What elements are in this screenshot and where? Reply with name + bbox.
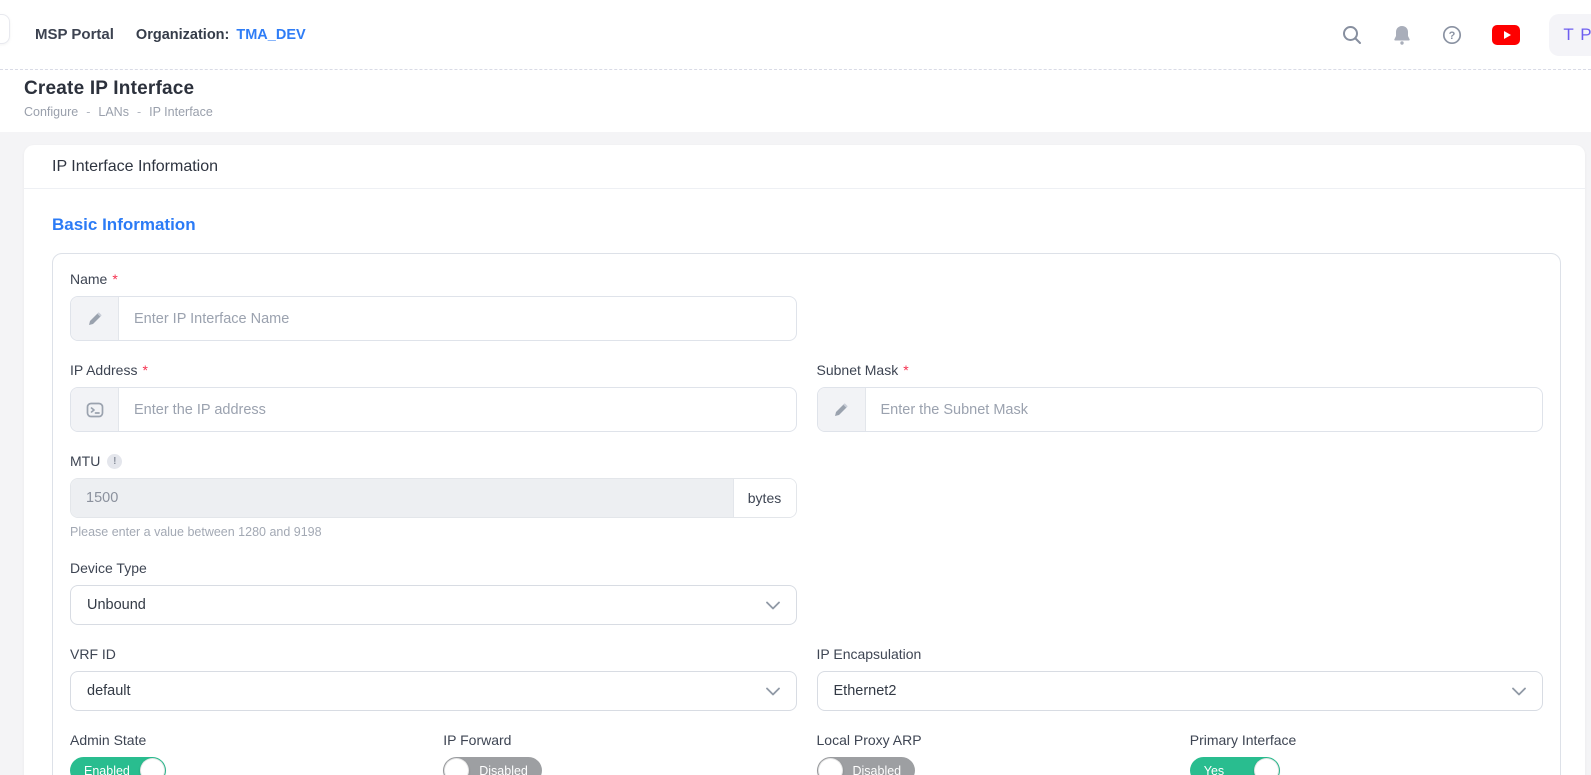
- organization: Organization: TMA_DEV: [136, 27, 306, 43]
- terminal-icon: [71, 388, 119, 431]
- field-name: Name *: [70, 271, 797, 341]
- toggle-state-text: Disabled: [853, 764, 902, 775]
- primary-interface-toggle[interactable]: Yes: [1190, 757, 1280, 775]
- row-ip-subnet: IP Address *: [70, 362, 1543, 432]
- toggle-knob: [1254, 758, 1279, 775]
- row-device-type: Device Type Unbound: [70, 560, 1543, 625]
- sidebar-collapse-tab[interactable]: [0, 14, 10, 44]
- device-type-value: Unbound: [87, 597, 146, 613]
- breadcrumb: Configure - LANs - IP Interface: [24, 105, 1567, 119]
- field-admin-state: Admin State Enabled: [70, 732, 423, 775]
- subnet-mask-label: Subnet Mask *: [817, 362, 1544, 378]
- bell-icon[interactable]: [1392, 24, 1412, 46]
- section-title-basic-information: Basic Information: [52, 215, 1563, 235]
- toggle-knob: [818, 758, 843, 775]
- mtu-label: MTU !: [70, 453, 797, 469]
- toggle-state-text: Enabled: [84, 764, 130, 775]
- breadcrumb-separator: -: [137, 105, 141, 119]
- local-proxy-arp-toggle[interactable]: Disabled: [817, 757, 916, 775]
- breadcrumb-separator: -: [86, 105, 90, 119]
- admin-state-label: Admin State: [70, 732, 423, 748]
- toggle-knob: [444, 758, 469, 775]
- organization-label: Organization:: [136, 27, 229, 43]
- subnet-mask-input-group: [817, 387, 1544, 432]
- breadcrumb-configure[interactable]: Configure: [24, 105, 78, 119]
- vrf-id-select[interactable]: default: [70, 671, 797, 711]
- organization-value-link[interactable]: TMA_DEV: [236, 27, 305, 43]
- row-name: Name *: [70, 271, 1543, 341]
- search-icon[interactable]: [1341, 24, 1363, 46]
- vrf-id-label: VRF ID: [70, 646, 797, 662]
- name-input-group: [70, 296, 797, 341]
- required-asterisk: *: [142, 362, 147, 378]
- user-avatar[interactable]: T P: [1549, 14, 1591, 56]
- field-vrf-id: VRF ID default: [70, 646, 797, 711]
- mtu-unit: bytes: [733, 479, 796, 517]
- info-icon[interactable]: !: [107, 454, 122, 469]
- card-body: Basic Information Name *: [24, 189, 1585, 775]
- ip-address-input[interactable]: [119, 388, 796, 431]
- row-toggles: Admin State Enabled IP Forward Disabled: [70, 732, 1543, 775]
- ip-interface-card: IP Interface Information Basic Informati…: [24, 145, 1585, 775]
- required-asterisk: *: [112, 271, 117, 287]
- help-icon[interactable]: ?: [1441, 24, 1463, 46]
- subnet-mask-input[interactable]: [866, 388, 1543, 431]
- pencil-icon: [818, 388, 866, 431]
- topbar-actions: ? T P: [1341, 14, 1591, 56]
- name-label: Name *: [70, 271, 797, 287]
- toggle-state-text: Disabled: [479, 764, 528, 775]
- row-mtu: MTU ! bytes Please enter a value between…: [70, 453, 1543, 539]
- toggle-knob: [140, 758, 165, 775]
- breadcrumb-ip-interface: IP Interface: [149, 105, 213, 119]
- ip-encapsulation-select[interactable]: Ethernet2: [817, 671, 1544, 711]
- top-header: MSP Portal Organization: TMA_DEV ? T P: [0, 0, 1591, 70]
- field-device-type: Device Type Unbound: [70, 560, 797, 625]
- ip-forward-toggle[interactable]: Disabled: [443, 757, 542, 775]
- device-type-select[interactable]: Unbound: [70, 585, 797, 625]
- row-vrf-encap: VRF ID default IP Encapsulation Etherne: [70, 646, 1543, 711]
- ip-encapsulation-value: Ethernet2: [834, 683, 897, 699]
- field-ip-address: IP Address *: [70, 362, 797, 432]
- device-type-label: Device Type: [70, 560, 797, 576]
- svg-text:?: ?: [1449, 30, 1456, 42]
- toggle-state-text: Yes: [1204, 764, 1224, 775]
- mtu-input-group: bytes: [70, 478, 797, 518]
- page-head: Create IP Interface Configure - LANs - I…: [0, 70, 1591, 132]
- breadcrumb-lans[interactable]: LANs: [98, 105, 129, 119]
- pencil-icon: [71, 297, 119, 340]
- vrf-id-value: default: [87, 683, 131, 699]
- ip-encapsulation-label: IP Encapsulation: [817, 646, 1544, 662]
- field-subnet-mask: Subnet Mask *: [817, 362, 1544, 432]
- field-mtu: MTU ! bytes Please enter a value between…: [70, 453, 797, 539]
- chevron-down-icon: [766, 687, 780, 696]
- field-ip-encapsulation: IP Encapsulation Ethernet2: [817, 646, 1544, 711]
- local-proxy-arp-label: Local Proxy ARP: [817, 732, 1170, 748]
- field-primary-interface: Primary Interface Yes: [1190, 732, 1543, 775]
- basic-information-groupbox: Name *: [52, 253, 1561, 775]
- card-title: IP Interface Information: [24, 145, 1585, 189]
- chevron-down-icon: [766, 601, 780, 610]
- chevron-down-icon: [1512, 687, 1526, 696]
- mtu-helper-text: Please enter a value between 1280 and 91…: [70, 525, 797, 539]
- ip-forward-label: IP Forward: [443, 732, 796, 748]
- youtube-icon[interactable]: [1492, 25, 1520, 45]
- brand-title: MSP Portal: [35, 26, 114, 43]
- mtu-input: [71, 479, 733, 517]
- page-title: Create IP Interface: [24, 78, 1567, 100]
- required-asterisk: *: [903, 362, 908, 378]
- admin-state-toggle[interactable]: Enabled: [70, 757, 166, 775]
- primary-interface-label: Primary Interface: [1190, 732, 1543, 748]
- name-input[interactable]: [119, 297, 796, 340]
- ip-address-label: IP Address *: [70, 362, 797, 378]
- field-local-proxy-arp: Local Proxy ARP Disabled: [817, 732, 1170, 775]
- field-ip-forward: IP Forward Disabled: [443, 732, 796, 775]
- ip-address-input-group: [70, 387, 797, 432]
